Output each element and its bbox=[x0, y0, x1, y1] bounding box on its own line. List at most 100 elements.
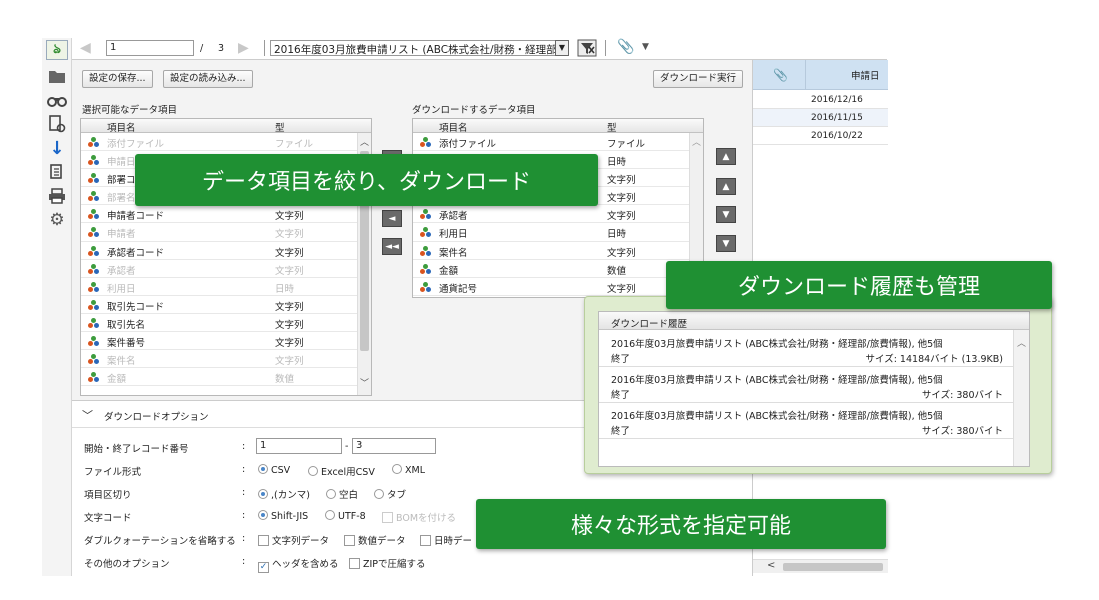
options-header[interactable]: ダウンロードオプション bbox=[104, 409, 209, 423]
option-label-record: 開始・終了レコード番号 bbox=[84, 444, 189, 455]
table-row[interactable]: 2016/11/15 bbox=[753, 109, 888, 127]
history-entry-status: 終了 bbox=[611, 426, 631, 437]
item-type: 文字列 bbox=[607, 175, 636, 187]
page-total: 3 bbox=[218, 43, 225, 54]
enc-utf8-radio[interactable]: UTF-8 bbox=[325, 510, 366, 522]
format-xml-radio[interactable]: XML bbox=[392, 464, 425, 476]
item-name: 部署名 bbox=[107, 193, 136, 205]
move-down-button[interactable]: ▼ bbox=[716, 206, 736, 223]
download-arrow-icon[interactable]: ↓ bbox=[46, 138, 68, 159]
download-item-row[interactable]: 金額 数値 bbox=[413, 260, 703, 278]
item-name: 取引先コード bbox=[107, 301, 165, 313]
item-name: 案件名 bbox=[107, 356, 136, 368]
printer-icon[interactable] bbox=[46, 186, 68, 206]
enc-utf8-label: UTF-8 bbox=[338, 511, 366, 522]
gear-icon[interactable]: ⚙ bbox=[46, 210, 68, 230]
callout-filter: データ項目を絞り、ダウンロード bbox=[135, 154, 598, 206]
toolbar-divider bbox=[605, 40, 606, 56]
available-item-row[interactable]: 金額 数値 bbox=[81, 368, 371, 387]
sep-tab-radio[interactable]: タブ bbox=[374, 487, 406, 501]
history-entry[interactable]: 2016年度03月旅費申請リスト (ABC株式会社/財務・経理部/旅費情報), … bbox=[599, 368, 1013, 403]
scroll-down-icon[interactable]: ﹀ bbox=[360, 376, 369, 389]
history-entry[interactable]: 2016年度03月旅費申請リスト (ABC株式会社/財務・経理部/旅費情報), … bbox=[599, 332, 1013, 367]
available-item-row[interactable]: 案件名 文字列 bbox=[81, 350, 371, 369]
move-up-button[interactable]: ▲ bbox=[716, 178, 736, 195]
sep-space-radio[interactable]: 空白 bbox=[326, 487, 358, 501]
download-run-button[interactable]: ダウンロード実行 bbox=[653, 70, 744, 88]
available-item-row[interactable]: 利用日 日時 bbox=[81, 278, 371, 296]
sep-comma-label: ,(カンマ) bbox=[271, 490, 310, 501]
remove-item-button[interactable]: ◄ bbox=[382, 210, 402, 227]
record-start-input[interactable]: 1 bbox=[256, 438, 342, 454]
download-item-row[interactable]: 案件名 文字列 bbox=[413, 242, 703, 260]
chevron-down-icon[interactable]: ▼ bbox=[555, 40, 569, 56]
download-item-row[interactable]: 承認者 文字列 bbox=[413, 205, 703, 224]
grid-header: 項目名 型 bbox=[413, 119, 703, 134]
history-entry-name: 2016年度03月旅費申請リスト (ABC株式会社/財務・経理部/旅費情報), … bbox=[611, 339, 943, 350]
dq-number-label: 数値データ bbox=[358, 536, 406, 547]
available-item-row[interactable]: 承認者 文字列 bbox=[81, 260, 371, 278]
option-label-format: ファイル形式 bbox=[84, 467, 142, 478]
download-item-row[interactable]: 通貨記号 文字列 bbox=[413, 278, 703, 296]
table-row[interactable]: 2016/10/22 bbox=[753, 127, 888, 145]
scroll-up-icon[interactable]: ︿ bbox=[360, 135, 369, 148]
horizontal-scrollbar[interactable]: < bbox=[753, 559, 888, 573]
folder-icon[interactable] bbox=[46, 66, 68, 86]
item-type: 文字列 bbox=[275, 247, 304, 259]
sep-comma-radio[interactable]: ,(カンマ) bbox=[258, 487, 310, 501]
callout-history: ダウンロード履歴も管理 bbox=[666, 261, 1052, 309]
app-logo-icon[interactable]: ঌ bbox=[46, 40, 68, 60]
dropdown-arrow-icon[interactable]: ▼ bbox=[642, 42, 649, 52]
zip-checkbox[interactable]: ZIPで圧縮する bbox=[349, 556, 426, 570]
available-item-row[interactable]: 取引先名 文字列 bbox=[81, 314, 371, 333]
move-top-button[interactable]: ▲ bbox=[716, 148, 736, 165]
move-bottom-button[interactable]: ▼ bbox=[716, 235, 736, 252]
include-header-checkbox[interactable]: ✓ ヘッダを含める bbox=[258, 556, 339, 573]
format-csv-radio[interactable]: CSV bbox=[258, 464, 290, 476]
paperclip-icon[interactable]: 📎 bbox=[617, 39, 634, 55]
include-header-label: ヘッダを含める bbox=[272, 559, 339, 570]
binoculars-icon[interactable] bbox=[46, 90, 68, 110]
available-item-row[interactable]: 承認者コード 文字列 bbox=[81, 242, 371, 260]
remove-filter-icon[interactable] bbox=[577, 39, 597, 60]
page-number-input[interactable]: 1 bbox=[106, 40, 194, 56]
scroll-left-icon[interactable]: < bbox=[767, 560, 775, 571]
dq-string-label: 文字列データ bbox=[272, 536, 330, 547]
scroll-up-icon[interactable]: ︿ bbox=[692, 135, 701, 148]
record-end-input[interactable]: 3 bbox=[352, 438, 436, 454]
available-item-row[interactable]: 申請者 文字列 bbox=[81, 223, 371, 242]
available-item-row[interactable]: 申請者コード 文字列 bbox=[81, 205, 371, 224]
next-page-icon[interactable]: ▶ bbox=[238, 40, 249, 56]
report-table-header: 📎 申請日 bbox=[753, 60, 888, 90]
item-name: 申請日 bbox=[107, 157, 136, 169]
item-type: 文字列 bbox=[275, 211, 304, 223]
history-entry[interactable]: 2016年度03月旅費申請リスト (ABC株式会社/財務・経理部/旅費情報), … bbox=[599, 404, 1013, 439]
format-excel-radio[interactable]: Excel用CSV bbox=[308, 464, 375, 478]
available-item-row[interactable]: 取引先コード 文字列 bbox=[81, 296, 371, 314]
scroll-up-icon[interactable]: ︿ bbox=[1017, 336, 1026, 349]
report-select[interactable]: 2016年度03月旅費申請リスト (ABC株式会社/財務・経理部 bbox=[270, 40, 568, 56]
dq-date-checkbox[interactable]: 日時デー bbox=[420, 533, 472, 547]
scrollbar-thumb[interactable] bbox=[783, 563, 883, 571]
dq-string-checkbox[interactable]: 文字列データ bbox=[258, 533, 329, 547]
save-settings-button[interactable]: 設定の保存... bbox=[82, 70, 153, 88]
enc-sjis-radio[interactable]: Shift-JIS bbox=[258, 510, 308, 522]
available-item-row[interactable]: 添付ファイル ファイル bbox=[81, 133, 371, 152]
document-settings-icon[interactable] bbox=[46, 114, 68, 134]
download-item-row[interactable]: 利用日 日時 bbox=[413, 223, 703, 242]
download-item-row[interactable]: 添付ファイル ファイル bbox=[413, 133, 703, 152]
dq-number-checkbox[interactable]: 数値データ bbox=[344, 533, 406, 547]
remove-all-button[interactable]: ◄◄ bbox=[382, 238, 402, 255]
download-items-grid[interactable]: 項目名 型 添付ファイル ファイル 日時 文字列 文字列 承認者 文字列 利用日 日時 案件名 文字… bbox=[412, 118, 704, 298]
table-row[interactable]: 2016/12/16 bbox=[753, 91, 888, 109]
prev-page-icon[interactable]: ◀ bbox=[80, 40, 91, 56]
scrollbar[interactable]: ︿ bbox=[1013, 330, 1029, 466]
column-header-name: 項目名 bbox=[439, 123, 468, 134]
chevron-down-icon[interactable]: ﹀ bbox=[82, 407, 93, 423]
load-settings-button[interactable]: 設定の読み込み... bbox=[163, 70, 253, 88]
bom-checkbox[interactable]: BOMを付ける bbox=[382, 510, 456, 524]
download-history-panel: ダウンロード履歴 2016年度03月旅費申請リスト (ABC株式会社/財務・経理… bbox=[598, 311, 1030, 467]
available-item-row[interactable]: 案件番号 文字列 bbox=[81, 332, 371, 351]
paperclip-icon[interactable]: 📎 bbox=[773, 68, 788, 82]
export-document-icon[interactable] bbox=[46, 162, 68, 182]
